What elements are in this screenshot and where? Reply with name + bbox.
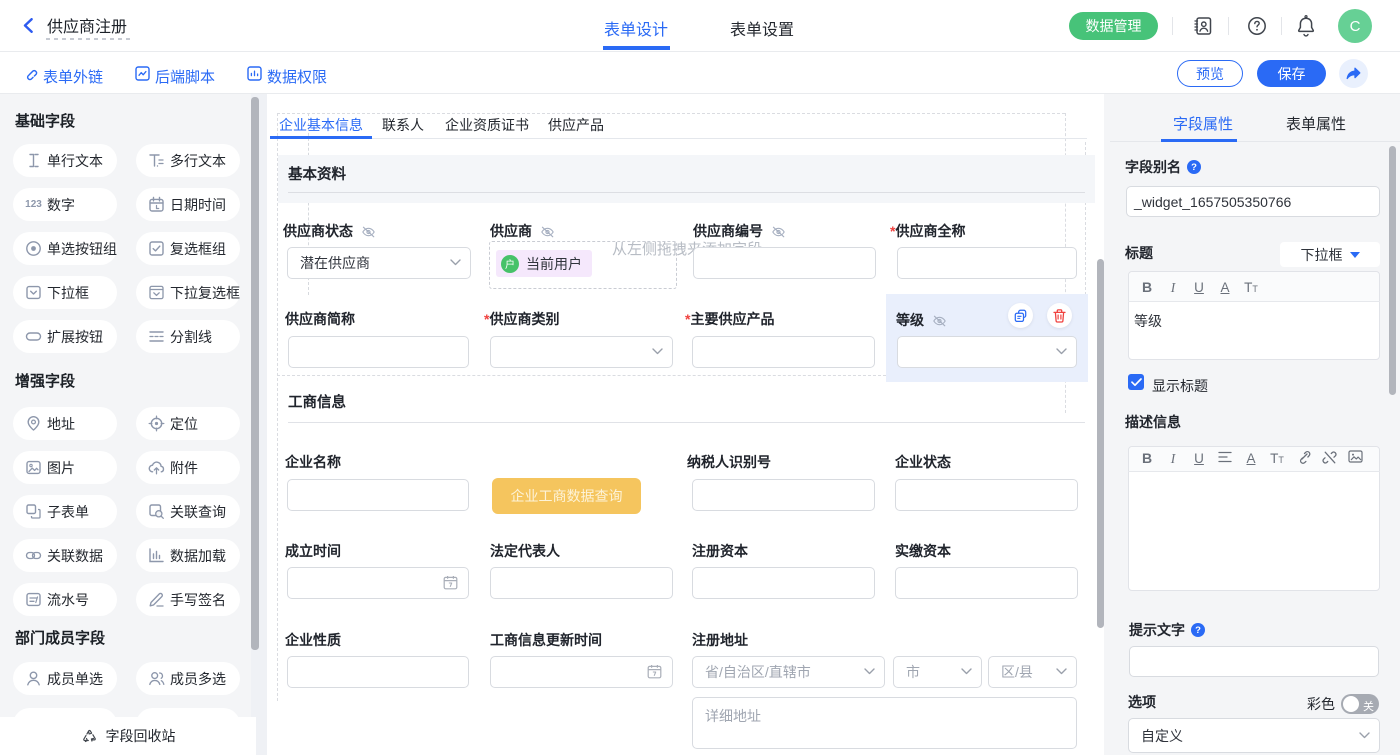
svg-text:?: ?	[1191, 162, 1197, 173]
svg-text:?: ?	[1195, 625, 1201, 636]
